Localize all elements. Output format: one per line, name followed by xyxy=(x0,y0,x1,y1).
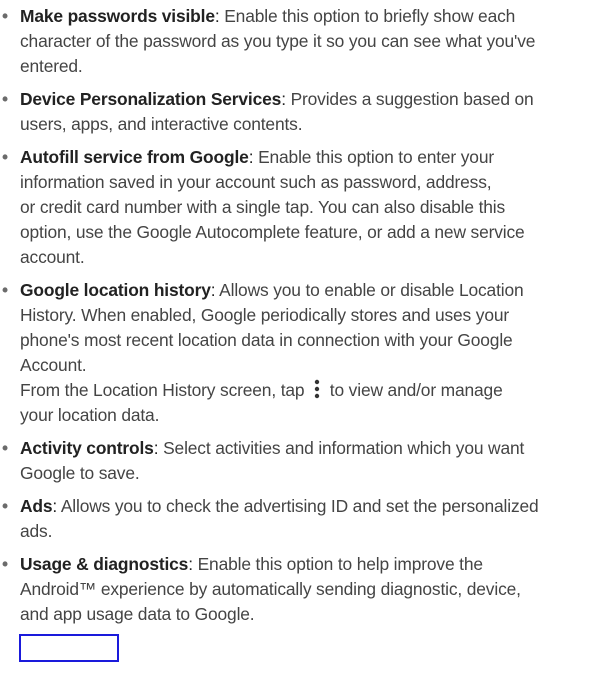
item-term: Usage & diagnostics xyxy=(20,554,189,574)
item-desc-line: phone's most recent location data in con… xyxy=(20,330,513,350)
item-desc-line: Provides a suggestion based on xyxy=(290,89,534,109)
item-desc-line: ads. xyxy=(20,521,53,541)
list-item-activity-controls: • Activity controls: Select activities a… xyxy=(2,438,525,483)
item-desc-line: History. When enabled, Google periodical… xyxy=(20,305,510,325)
item-desc-line: Google to save. xyxy=(20,463,140,483)
item-desc-line: From the Location History screen, tap xyxy=(20,380,305,400)
list-item-device-personalization-services: • Device Personalization Services: Provi… xyxy=(2,89,534,134)
list-item-make-passwords-visible: • Make passwords visible: Enable this op… xyxy=(2,6,536,76)
bullet-icon: • xyxy=(2,89,8,109)
item-desc-line: Select activities and information which … xyxy=(163,438,525,458)
more-vert-icon xyxy=(314,379,320,399)
bullet-icon: • xyxy=(2,496,8,516)
list-item-google-location-history: • Google location history: Allows you to… xyxy=(2,280,524,425)
item-term: Make passwords visible xyxy=(20,6,215,26)
settings-description-list: • Make passwords visible: Enable this op… xyxy=(0,4,616,635)
bullet-icon: • xyxy=(2,6,8,26)
item-desc-line: Allows you to check the advertising ID a… xyxy=(60,496,539,516)
item-term: Activity controls xyxy=(20,438,154,458)
item-desc-line: account. xyxy=(20,247,85,267)
item-desc-line: entered. xyxy=(20,56,83,76)
item-desc-line: to view and/or manage xyxy=(329,380,503,400)
item-desc-line: Enable this option to help improve the xyxy=(197,554,483,574)
item-desc-line: Account. xyxy=(20,355,87,375)
list-item-usage-diagnostics: • Usage & diagnostics: Enable this optio… xyxy=(2,554,521,624)
highlight-box xyxy=(19,634,119,662)
item-desc-line: or credit card number with a single tap.… xyxy=(20,197,506,217)
item-desc-line: Android™ experience by automatically sen… xyxy=(20,579,521,599)
item-desc-line: information saved in your account such a… xyxy=(20,172,492,192)
item-term: Autofill service from Google xyxy=(20,147,249,167)
list-item-autofill-service: • Autofill service from Google: Enable t… xyxy=(2,147,525,267)
item-term: Google location history xyxy=(20,280,211,300)
item-term: Device Personalization Services xyxy=(20,89,282,109)
item-desc-line: your location data. xyxy=(20,405,160,425)
bullet-icon: • xyxy=(2,280,8,300)
item-desc-line: Allows you to enable or disable Location xyxy=(219,280,524,300)
bullet-icon: • xyxy=(2,147,8,167)
item-desc-line: users, apps, and interactive contents. xyxy=(20,114,303,134)
item-term: Ads xyxy=(20,496,53,516)
item-desc-line: and app usage data to Google. xyxy=(20,604,255,624)
item-desc-line: Enable this option to enter your xyxy=(258,147,494,167)
item-desc-line: Enable this option to briefly show each xyxy=(224,6,516,26)
list-item-ads: • Ads: Allows you to check the advertisi… xyxy=(2,496,539,541)
bullet-icon: • xyxy=(2,438,8,458)
item-desc-line: character of the password as you type it… xyxy=(20,31,536,51)
bullet-icon: • xyxy=(2,554,8,574)
item-desc-line: option, use the Google Autocomplete feat… xyxy=(20,222,525,242)
